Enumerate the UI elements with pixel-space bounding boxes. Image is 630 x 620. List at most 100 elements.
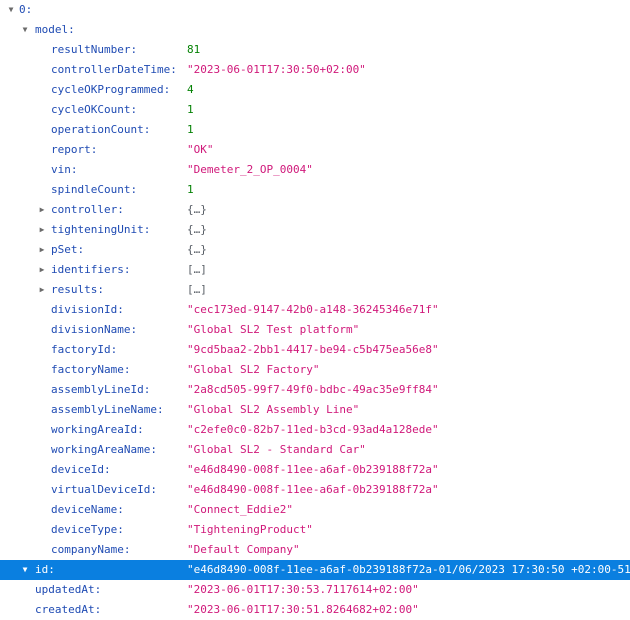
tree-row-vin[interactable]: vin: "Demeter_2_OP_0004" <box>0 160 630 180</box>
result-number-value: 81 <box>187 43 201 56</box>
chevron-down-icon[interactable]: ▼ <box>6 0 16 20</box>
tree-row-working-area-id[interactable]: workingAreaId: "c2efe0c0-82b7-11ed-b3cd-9… <box>0 420 630 440</box>
tree-row-device-type[interactable]: deviceType: "TighteningProduct" <box>0 520 630 540</box>
p-set-key: pSet: <box>51 243 85 256</box>
working-area-name-key: workingAreaName: <box>51 443 157 456</box>
device-type-key: deviceType: <box>51 523 124 536</box>
model-key: model: <box>35 23 75 36</box>
division-id-value: "cec173ed-9147-42b0-a148-36245346e71f" <box>187 303 439 316</box>
report-value: "OK" <box>187 143 214 156</box>
result-number-key: resultNumber: <box>51 43 138 56</box>
tree-row-factory-name[interactable]: factoryName: "Global SL2 Factory" <box>0 360 630 380</box>
model-fields: resultNumber: 81 controllerDateTime: "2023-… <box>0 40 630 560</box>
tree-row-working-area-name[interactable]: workingAreaName: "Global SL2 - Standard C… <box>0 440 630 460</box>
cycle-okprogrammed-key: cycleOKProgrammed: <box>51 83 171 96</box>
chevron-right-icon[interactable]: ▶ <box>37 220 47 240</box>
root-key: 0: <box>19 3 33 16</box>
assembly-line-name-value: "Global SL2 Assembly Line" <box>187 403 360 416</box>
tightening-unit-key: tighteningUnit: <box>51 223 151 236</box>
tree-row-factory-id[interactable]: factoryId: "9cd5baa2-2bb1-4417-be94-c5b47… <box>0 340 630 360</box>
device-id-value: "e46d8490-008f-11ee-a6af-0b239188f72a" <box>187 463 439 476</box>
division-name-value: "Global SL2 Test platform" <box>187 323 360 336</box>
factory-id-value: "9cd5baa2-2bb1-4417-be94-c5b475ea56e8" <box>187 343 439 356</box>
id-value: "e46d8490-008f-11ee-a6af-0b239188f72a-01… <box>187 563 630 576</box>
chevron-down-icon[interactable]: ▼ <box>20 20 30 40</box>
vin-value: "Demeter_2_OP_0004" <box>187 163 313 176</box>
working-area-name-value: "Global SL2 - Standard Car" <box>187 443 366 456</box>
chevron-right-icon[interactable]: ▶ <box>37 260 47 280</box>
cycle-okcount-value: 1 <box>187 103 194 116</box>
device-id-key: deviceId: <box>51 463 111 476</box>
top-level-fields: ▼ id: "e46d8490-008f-11ee-a6af-0b239188f72… <box>0 560 630 620</box>
created-at-key: createdAt: <box>35 603 102 616</box>
assembly-line-id-key: assemblyLineId: <box>51 383 151 396</box>
virtual-device-id-value: "e46d8490-008f-11ee-a6af-0b239188f72a" <box>187 483 439 496</box>
tree-row-assembly-line-id[interactable]: assemblyLineId: "2a8cd505-99f7-49f0-bdbc-… <box>0 380 630 400</box>
virtual-device-id-key: virtualDeviceId: <box>51 483 157 496</box>
tree-row-created-at[interactable]: createdAt: "2023-06-01T17:30:51.8264682+0… <box>0 600 630 620</box>
spindle-count-key: spindleCount: <box>51 183 138 196</box>
spindle-count-value: 1 <box>187 183 194 196</box>
assembly-line-name-key: assemblyLineName: <box>51 403 164 416</box>
working-area-id-value: "c2efe0c0-82b7-11ed-b3cd-93ad4a128ede" <box>187 423 439 436</box>
tree-row-assembly-line-name[interactable]: assemblyLineName: "Global SL2 Assembly Li… <box>0 400 630 420</box>
identifiers-value: […] <box>187 263 207 276</box>
factory-name-value: "Global SL2 Factory" <box>187 363 320 376</box>
tree-row-identifiers[interactable]: ▶ identifiers: […] <box>0 260 630 280</box>
tree-row-results[interactable]: ▶ results: […] <box>0 280 630 300</box>
tree-row-division-id[interactable]: divisionId: "cec173ed-9147-42b0-a148-3624… <box>0 300 630 320</box>
tree-row-cycle-okcount[interactable]: cycleOKCount: 1 <box>0 100 630 120</box>
tree-row-division-name[interactable]: divisionName: "Global SL2 Test platform" <box>0 320 630 340</box>
results-value: […] <box>187 283 207 296</box>
chevron-right-icon[interactable]: ▶ <box>37 240 47 260</box>
tree-row-device-name[interactable]: deviceName: "Connect_Eddie2" <box>0 500 630 520</box>
controller-date-time-key: controllerDateTime: <box>51 63 177 76</box>
working-area-id-key: workingAreaId: <box>51 423 144 436</box>
chevron-right-icon[interactable]: ▶ <box>37 200 47 220</box>
factory-id-key: factoryId: <box>51 343 118 356</box>
tightening-unit-value: {…} <box>187 223 207 236</box>
device-type-value: "TighteningProduct" <box>187 523 313 536</box>
results-key: results: <box>51 283 104 296</box>
tree-row-tightening-unit[interactable]: ▶ tighteningUnit: {…} <box>0 220 630 240</box>
tree-row-updated-at[interactable]: updatedAt: "2023-06-01T17:30:53.7117614+0… <box>0 580 630 600</box>
id-key: id: <box>35 563 55 576</box>
controller-key: controller: <box>51 203 124 216</box>
division-id-key: divisionId: <box>51 303 124 316</box>
identifiers-key: identifiers: <box>51 263 131 276</box>
tree-row-controller-date-time[interactable]: controllerDateTime: "2023-06-01T17:30:50+… <box>0 60 630 80</box>
controller-date-time-value: "2023-06-01T17:30:50+02:00" <box>187 63 366 76</box>
tree-row-company-name[interactable]: companyName: "Default Company" <box>0 540 630 560</box>
tree-row-model[interactable]: ▼ model: <box>0 20 630 40</box>
assembly-line-id-value: "2a8cd505-99f7-49f0-bdbc-49ac35e9ff84" <box>187 383 439 396</box>
tree-row-result-number[interactable]: resultNumber: 81 <box>0 40 630 60</box>
tree-row-operation-count[interactable]: operationCount: 1 <box>0 120 630 140</box>
tree-row-virtual-device-id[interactable]: virtualDeviceId: "e46d8490-008f-11ee-a6af… <box>0 480 630 500</box>
tree-row-p-set[interactable]: ▶ pSet: {…} <box>0 240 630 260</box>
tree-row-device-id[interactable]: deviceId: "e46d8490-008f-11ee-a6af-0b2391… <box>0 460 630 480</box>
tree-row-root[interactable]: ▼ 0: <box>0 0 630 20</box>
vin-key: vin: <box>51 163 78 176</box>
device-name-key: deviceName: <box>51 503 124 516</box>
cycle-okprogrammed-value: 4 <box>187 83 194 96</box>
tree-row-report[interactable]: report: "OK" <box>0 140 630 160</box>
report-key: report: <box>51 143 98 156</box>
operation-count-value: 1 <box>187 123 194 136</box>
company-name-key: companyName: <box>51 543 131 556</box>
chevron-right-icon[interactable]: ▶ <box>37 280 47 300</box>
chevron-down-icon[interactable]: ▼ <box>20 560 30 580</box>
company-name-value: "Default Company" <box>187 543 300 556</box>
tree-row-cycle-okprogrammed[interactable]: cycleOKProgrammed: 4 <box>0 80 630 100</box>
tree-row-id[interactable]: ▼ id: "e46d8490-008f-11ee-a6af-0b239188f72… <box>0 560 630 580</box>
operation-count-key: operationCount: <box>51 123 151 136</box>
tree-row-spindle-count[interactable]: spindleCount: 1 <box>0 180 630 200</box>
updated-at-key: updatedAt: <box>35 583 102 596</box>
division-name-key: divisionName: <box>51 323 138 336</box>
updated-at-value: "2023-06-01T17:30:53.7117614+02:00" <box>187 583 419 596</box>
factory-name-key: factoryName: <box>51 363 131 376</box>
json-tree-view: ▼ 0: ▼ model: resultNumber: 81 controllerD… <box>0 0 630 620</box>
tree-row-controller[interactable]: ▶ controller: {…} <box>0 200 630 220</box>
p-set-value: {…} <box>187 243 207 256</box>
created-at-value: "2023-06-01T17:30:51.8264682+02:00" <box>187 603 419 616</box>
controller-value: {…} <box>187 203 207 216</box>
